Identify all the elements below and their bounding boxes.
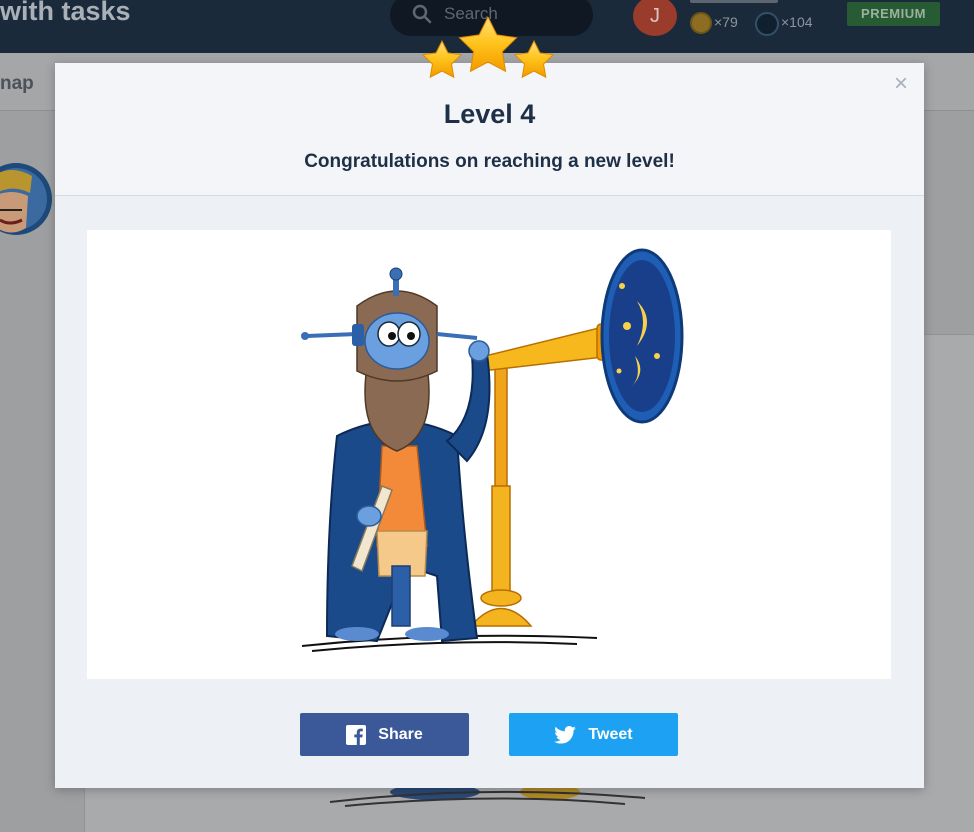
level-up-modal: × Level 4 Congratulations on reaching a … (55, 17, 924, 788)
star-icon-center (458, 17, 518, 73)
coin-count: ×79 (714, 14, 738, 30)
twitter-icon (554, 725, 577, 744)
user-name (690, 0, 778, 3)
star-icon-left (421, 39, 463, 79)
tweet-button[interactable]: Tweet (509, 713, 678, 756)
congratulations-message: Congratulations on reaching a new level! (304, 151, 675, 172)
astronomer-robot-illustration (301, 248, 684, 652)
star-icon (421, 17, 555, 79)
hero-avatar (0, 163, 52, 235)
coin-icon (690, 12, 712, 34)
star-icon-right (513, 39, 555, 79)
screen: with tasks Search J ×79 ×104 PREMIUM nap (0, 0, 974, 832)
page-title: with tasks (0, 0, 131, 26)
tweet-label: Tweet (588, 725, 633, 743)
close-icon[interactable]: × (890, 72, 912, 96)
share-button[interactable]: Share (300, 713, 469, 756)
user-avatar[interactable]: J (633, 0, 677, 36)
orb-icon (755, 12, 779, 36)
premium-button[interactable]: PREMIUM (847, 2, 940, 26)
level-illustration-card (87, 230, 891, 679)
share-label: Share (378, 725, 423, 743)
facebook-icon (346, 724, 367, 745)
level-title: Level 4 (443, 99, 536, 129)
tab-map[interactable]: nap (0, 73, 34, 95)
orb-count: ×104 (781, 14, 813, 30)
